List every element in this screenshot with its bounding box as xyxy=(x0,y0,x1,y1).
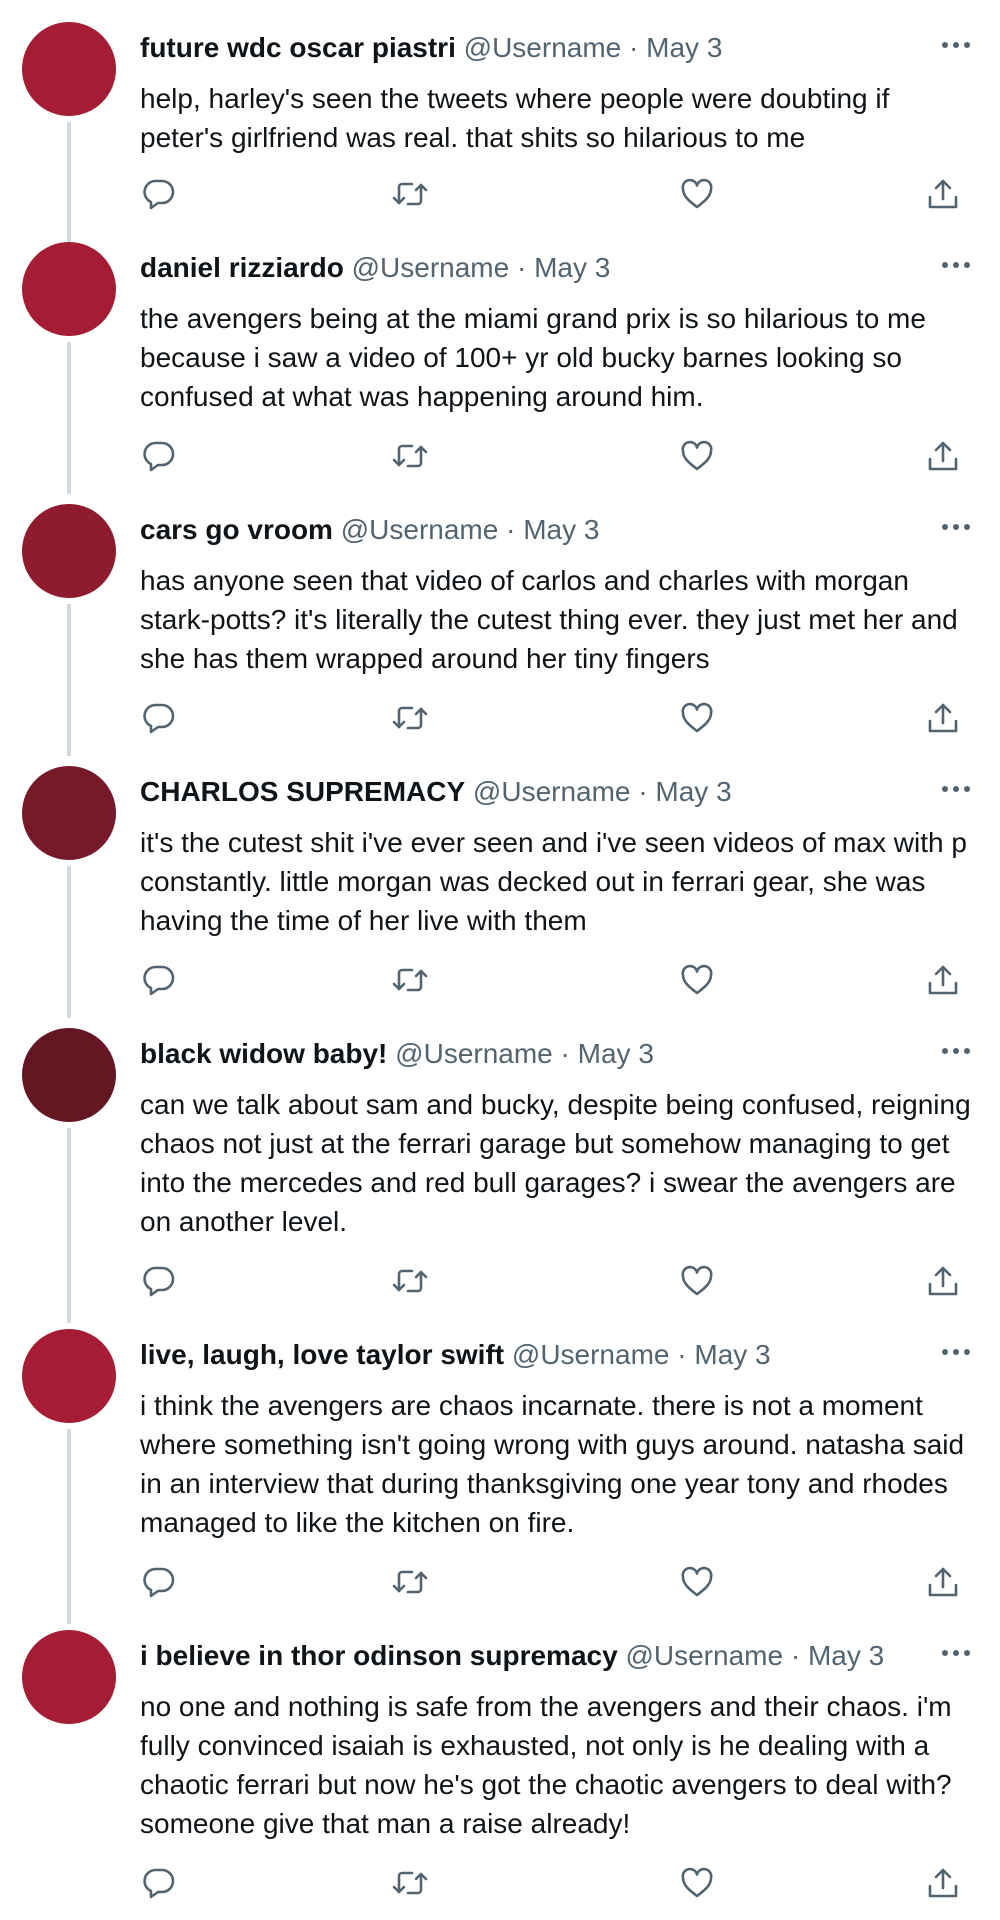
username-handle[interactable]: @Username xyxy=(464,32,622,63)
reply-icon[interactable] xyxy=(139,1863,179,1903)
avatar[interactable] xyxy=(22,22,116,116)
tweet-header: i believe in thor odinson supremacy @Use… xyxy=(140,1638,900,1674)
action-bar xyxy=(0,960,1000,1000)
share-icon[interactable] xyxy=(923,174,963,214)
separator: · xyxy=(638,776,648,807)
tweet-text: the avengers being at the miami grand pr… xyxy=(140,303,926,412)
reply-icon[interactable] xyxy=(139,960,179,1000)
tweet-text: it's the cutest shit i've ever seen and … xyxy=(140,827,967,936)
reply-icon[interactable] xyxy=(139,174,179,214)
avatar[interactable] xyxy=(22,1630,116,1724)
avatar[interactable] xyxy=(22,504,116,598)
tweet-date[interactable]: May 3 xyxy=(646,32,722,63)
share-icon[interactable] xyxy=(923,1562,963,1602)
reply-icon[interactable] xyxy=(139,1562,179,1602)
share-icon[interactable] xyxy=(923,1261,963,1301)
more-icon[interactable] xyxy=(936,1036,976,1066)
username-handle[interactable]: @Username xyxy=(473,776,631,807)
more-icon[interactable] xyxy=(936,30,976,60)
retweet-icon[interactable] xyxy=(390,960,430,1000)
display-name[interactable]: daniel rizziardo xyxy=(140,252,344,283)
display-name[interactable]: i believe in thor odinson supremacy xyxy=(140,1640,618,1671)
tweet-header: live, laugh, love taylor swift @Username… xyxy=(140,1337,900,1373)
display-name[interactable]: cars go vroom xyxy=(140,514,333,545)
separator: · xyxy=(790,1640,801,1671)
tweet-date[interactable]: May 3 xyxy=(694,1339,770,1370)
more-icon[interactable] xyxy=(936,512,976,542)
reply-icon[interactable] xyxy=(139,436,179,476)
action-bar xyxy=(0,174,1000,214)
heart-icon[interactable] xyxy=(677,174,717,214)
tweet-date[interactable]: May 3 xyxy=(534,252,610,283)
tweet-date[interactable]: May 3 xyxy=(578,1038,654,1069)
retweet-icon[interactable] xyxy=(390,1562,430,1602)
tweet-date[interactable]: May 3 xyxy=(808,1640,884,1671)
tweet-text: has anyone seen that video of carlos and… xyxy=(140,565,958,674)
tweet-text: help, harley's seen the tweets where peo… xyxy=(140,83,890,153)
tweet-header: black widow baby! @Username · May 3 xyxy=(140,1036,900,1072)
display-name[interactable]: CHARLOS SUPREMACY xyxy=(140,776,465,807)
separator: · xyxy=(516,252,527,283)
tweet-text: no one and nothing is safe from the aven… xyxy=(140,1691,952,1839)
username-handle[interactable]: @Username xyxy=(512,1339,670,1370)
username-handle[interactable]: @Username xyxy=(625,1640,783,1671)
reply-icon[interactable] xyxy=(139,1261,179,1301)
action-bar xyxy=(0,698,1000,738)
tweet-text: can we talk about sam and bucky, despite… xyxy=(140,1089,971,1237)
display-name[interactable]: black widow baby! xyxy=(140,1038,387,1069)
share-icon[interactable] xyxy=(923,698,963,738)
action-bar xyxy=(0,1562,1000,1602)
avatar[interactable] xyxy=(22,242,116,336)
more-icon[interactable] xyxy=(936,1638,976,1668)
avatar[interactable] xyxy=(22,1329,116,1423)
tweet-header: cars go vroom @Username · May 3 xyxy=(140,512,900,548)
heart-icon[interactable] xyxy=(677,960,717,1000)
tweet-date[interactable]: May 3 xyxy=(655,776,731,807)
tweet-date[interactable]: May 3 xyxy=(523,514,599,545)
tweet-header: daniel rizziardo @Username · May 3 xyxy=(140,250,900,286)
more-icon[interactable] xyxy=(936,774,976,804)
heart-icon[interactable] xyxy=(677,1562,717,1602)
more-icon[interactable] xyxy=(936,1337,976,1367)
separator: · xyxy=(677,1339,687,1370)
retweet-icon[interactable] xyxy=(390,698,430,738)
separator: · xyxy=(629,32,639,63)
retweet-icon[interactable] xyxy=(390,1261,430,1301)
retweet-icon[interactable] xyxy=(390,174,430,214)
username-handle[interactable]: @Username xyxy=(352,252,510,283)
action-bar xyxy=(0,1863,1000,1903)
heart-icon[interactable] xyxy=(677,698,717,738)
heart-icon[interactable] xyxy=(677,1863,717,1903)
share-icon[interactable] xyxy=(923,960,963,1000)
more-icon[interactable] xyxy=(936,250,976,280)
reply-icon[interactable] xyxy=(139,698,179,738)
heart-icon[interactable] xyxy=(677,1261,717,1301)
action-bar xyxy=(0,1261,1000,1301)
heart-icon[interactable] xyxy=(677,436,717,476)
avatar[interactable] xyxy=(22,766,116,860)
action-bar xyxy=(0,436,1000,476)
tweet-header: future wdc oscar piastri @Username · May… xyxy=(140,30,900,66)
avatar[interactable] xyxy=(22,1028,116,1122)
display-name[interactable]: future wdc oscar piastri xyxy=(140,32,456,63)
username-handle[interactable]: @Username xyxy=(395,1038,553,1069)
username-handle[interactable]: @Username xyxy=(341,514,499,545)
separator: · xyxy=(506,514,516,545)
retweet-icon[interactable] xyxy=(390,1863,430,1903)
retweet-icon[interactable] xyxy=(390,436,430,476)
display-name[interactable]: live, laugh, love taylor swift xyxy=(140,1339,504,1370)
share-icon[interactable] xyxy=(923,1863,963,1903)
tweet-thread: future wdc oscar piastri @Username · May… xyxy=(0,0,1000,1920)
tweet-text: i think the avengers are chaos incarnate… xyxy=(140,1390,965,1538)
tweet-header: CHARLOS SUPREMACY @Username · May 3 xyxy=(140,774,900,810)
share-icon[interactable] xyxy=(923,436,963,476)
separator: · xyxy=(560,1038,570,1069)
